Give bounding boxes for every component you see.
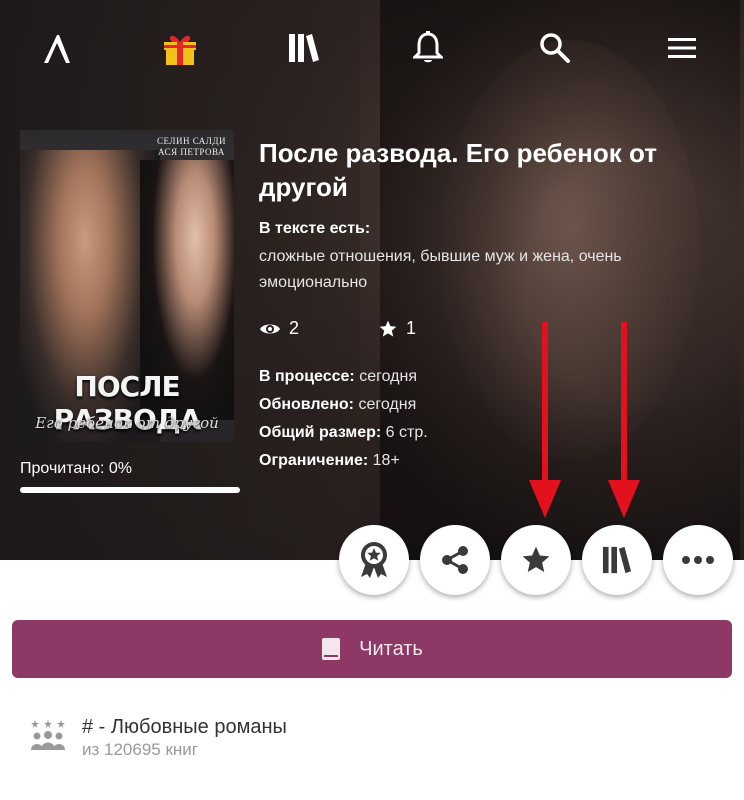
- cover-subtitle: Его ребенок от другой: [35, 414, 219, 432]
- genre-count: из 120695 книг: [82, 740, 198, 759]
- search-icon[interactable]: [527, 20, 583, 76]
- meta-value: сегодня: [359, 368, 417, 385]
- rating-count: 1: [406, 318, 417, 338]
- meta-label: В процессе:: [259, 368, 355, 385]
- meta-size: Общий размер: 6 стр.: [259, 424, 428, 442]
- star-icon: [379, 320, 397, 336]
- genre-rank-icon: [31, 720, 65, 750]
- red-arrow-annotation: [529, 322, 561, 518]
- meta-label: Ограничение:: [259, 452, 369, 469]
- eye-icon: [260, 324, 280, 333]
- cover-author-1: СЕЛИН САЛДИ: [156, 136, 226, 146]
- meta-age-limit: Ограничение: 18+: [259, 452, 400, 470]
- award-icon: [361, 542, 387, 578]
- tags-label: В тексте есть:: [259, 220, 371, 237]
- genre-name[interactable]: # - Любовные романы: [82, 716, 287, 739]
- top-navigation: [0, 20, 744, 76]
- read-button[interactable]: Читать: [12, 620, 732, 678]
- share-icon: [442, 546, 468, 574]
- red-arrow-annotation: [608, 322, 640, 518]
- views-count: 2: [289, 318, 300, 338]
- library-icon: [602, 546, 632, 574]
- cover-authors: СЕЛИН САЛДИ АСЯ ПЕТРОВА: [157, 136, 226, 158]
- meta-value: 18+: [372, 452, 400, 469]
- hero-banner: СЕЛИН САЛДИ АСЯ ПЕТРОВА ПОСЛЕ РАЗВОДА Ег…: [0, 0, 744, 560]
- meta-value: сегодня: [358, 396, 417, 413]
- share-button[interactable]: [420, 525, 490, 595]
- award-button[interactable]: [339, 525, 409, 595]
- add-to-library-button[interactable]: [582, 525, 652, 595]
- book-icon: [322, 638, 341, 660]
- favorite-button[interactable]: [501, 525, 571, 595]
- read-progress-bar: [20, 487, 240, 493]
- bell-icon[interactable]: [400, 20, 456, 76]
- meta-label: Обновлено:: [259, 396, 355, 413]
- meta-label: Общий размер:: [259, 424, 382, 441]
- cover-author-2: АСЯ ПЕТРОВА: [158, 147, 225, 157]
- meta-updated: Обновлено: сегодня: [259, 396, 416, 414]
- book-title: После развода. Его ребенок от другой: [259, 138, 657, 202]
- book-cover[interactable]: СЕЛИН САЛДИ АСЯ ПЕТРОВА ПОСЛЕ РАЗВОДА Ег…: [20, 130, 234, 442]
- logo-icon[interactable]: [29, 20, 85, 76]
- views-stat: 2: [259, 318, 299, 339]
- star-icon: [522, 546, 550, 572]
- gift-icon[interactable]: [152, 20, 208, 76]
- rating-stat: 1: [378, 318, 416, 339]
- read-progress-label: Прочитано: 0%: [20, 460, 133, 477]
- menu-icon[interactable]: [654, 20, 710, 76]
- meta-value: 6 стр.: [385, 424, 428, 441]
- library-icon[interactable]: [276, 20, 332, 76]
- more-button[interactable]: [663, 525, 733, 595]
- read-button-label: Читать: [359, 637, 423, 660]
- tags-text: сложные отношения, бывшие муж и жена, оч…: [259, 248, 622, 291]
- more-icon: [682, 556, 714, 564]
- meta-status: В процессе: сегодня: [259, 368, 417, 386]
